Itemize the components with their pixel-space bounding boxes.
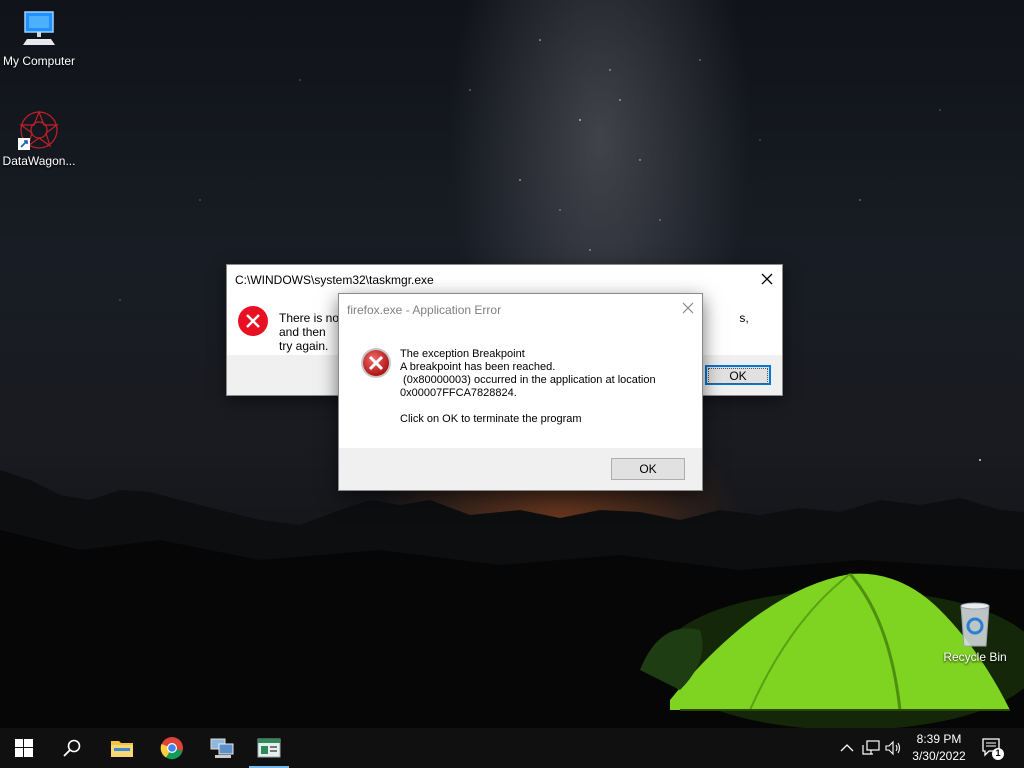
dialog-title: firefox.exe - Application Error: [347, 303, 502, 317]
computer-network-icon: [210, 738, 234, 758]
message-text-line2: try again.: [279, 339, 329, 353]
desktop-icon-my-computer[interactable]: My Computer: [0, 8, 78, 68]
error-x-icon: [361, 348, 391, 378]
search-icon: [63, 739, 81, 757]
taskbar: 8:39 PM 3/30/2022 1: [0, 728, 1024, 768]
close-icon[interactable]: [680, 300, 696, 316]
show-hidden-icons-button[interactable]: [837, 738, 857, 758]
volume-icon: [885, 740, 901, 756]
chrome-button[interactable]: [148, 728, 196, 768]
volume-button[interactable]: [884, 738, 904, 758]
network-app-button[interactable]: [198, 728, 246, 768]
notification-count-badge: 1: [995, 748, 1001, 758]
system-clock[interactable]: 8:39 PM 3/30/2022: [905, 731, 973, 765]
message-line: The exception Breakpoint: [400, 348, 525, 360]
ok-button[interactable]: OK: [705, 365, 771, 385]
error-message: The exception Breakpoint A breakpoint ha…: [400, 348, 690, 426]
message-line: (0x80000003) occurred in the application…: [400, 374, 656, 386]
action-center-button[interactable]: 1: [980, 736, 1004, 760]
clock-time: 8:39 PM: [916, 732, 962, 746]
message-text-left: There is not: [279, 311, 343, 325]
file-explorer-button[interactable]: [98, 728, 146, 768]
desktop-icon-datawagon[interactable]: DataWagon...: [0, 108, 78, 168]
close-icon[interactable]: [758, 270, 776, 288]
datawagon-shortcut-icon: [18, 110, 59, 150]
monitor-icon: [23, 11, 55, 45]
clock-date: 3/30/2022: [912, 749, 966, 763]
start-button[interactable]: [0, 728, 48, 768]
search-button[interactable]: [48, 728, 96, 768]
application-error-dialog: firefox.exe - Application Error The exce…: [338, 293, 703, 491]
app-window-icon: [257, 738, 281, 758]
chrome-icon: [160, 737, 183, 760]
network-status-button[interactable]: [861, 738, 881, 758]
error-circle-icon: [238, 306, 268, 336]
network-icon: [862, 740, 880, 755]
windows-logo-icon: [15, 739, 33, 757]
message-footer-line: Click on OK to terminate the program: [400, 413, 582, 425]
message-line: 0x00007FFCA7828824.: [400, 387, 517, 399]
recycle-bin-icon: [960, 602, 990, 647]
folder-icon: [111, 741, 133, 757]
dialog-title: C:\WINDOWS\system32\taskmgr.exe: [235, 273, 434, 287]
app-window-button[interactable]: [245, 728, 293, 768]
chevron-up-icon: [840, 744, 854, 752]
message-line: A breakpoint has been reached.: [400, 361, 556, 373]
desktop-icon-recycle-bin[interactable]: Recycle Bin: [936, 602, 1014, 664]
ok-button[interactable]: OK: [611, 458, 685, 480]
